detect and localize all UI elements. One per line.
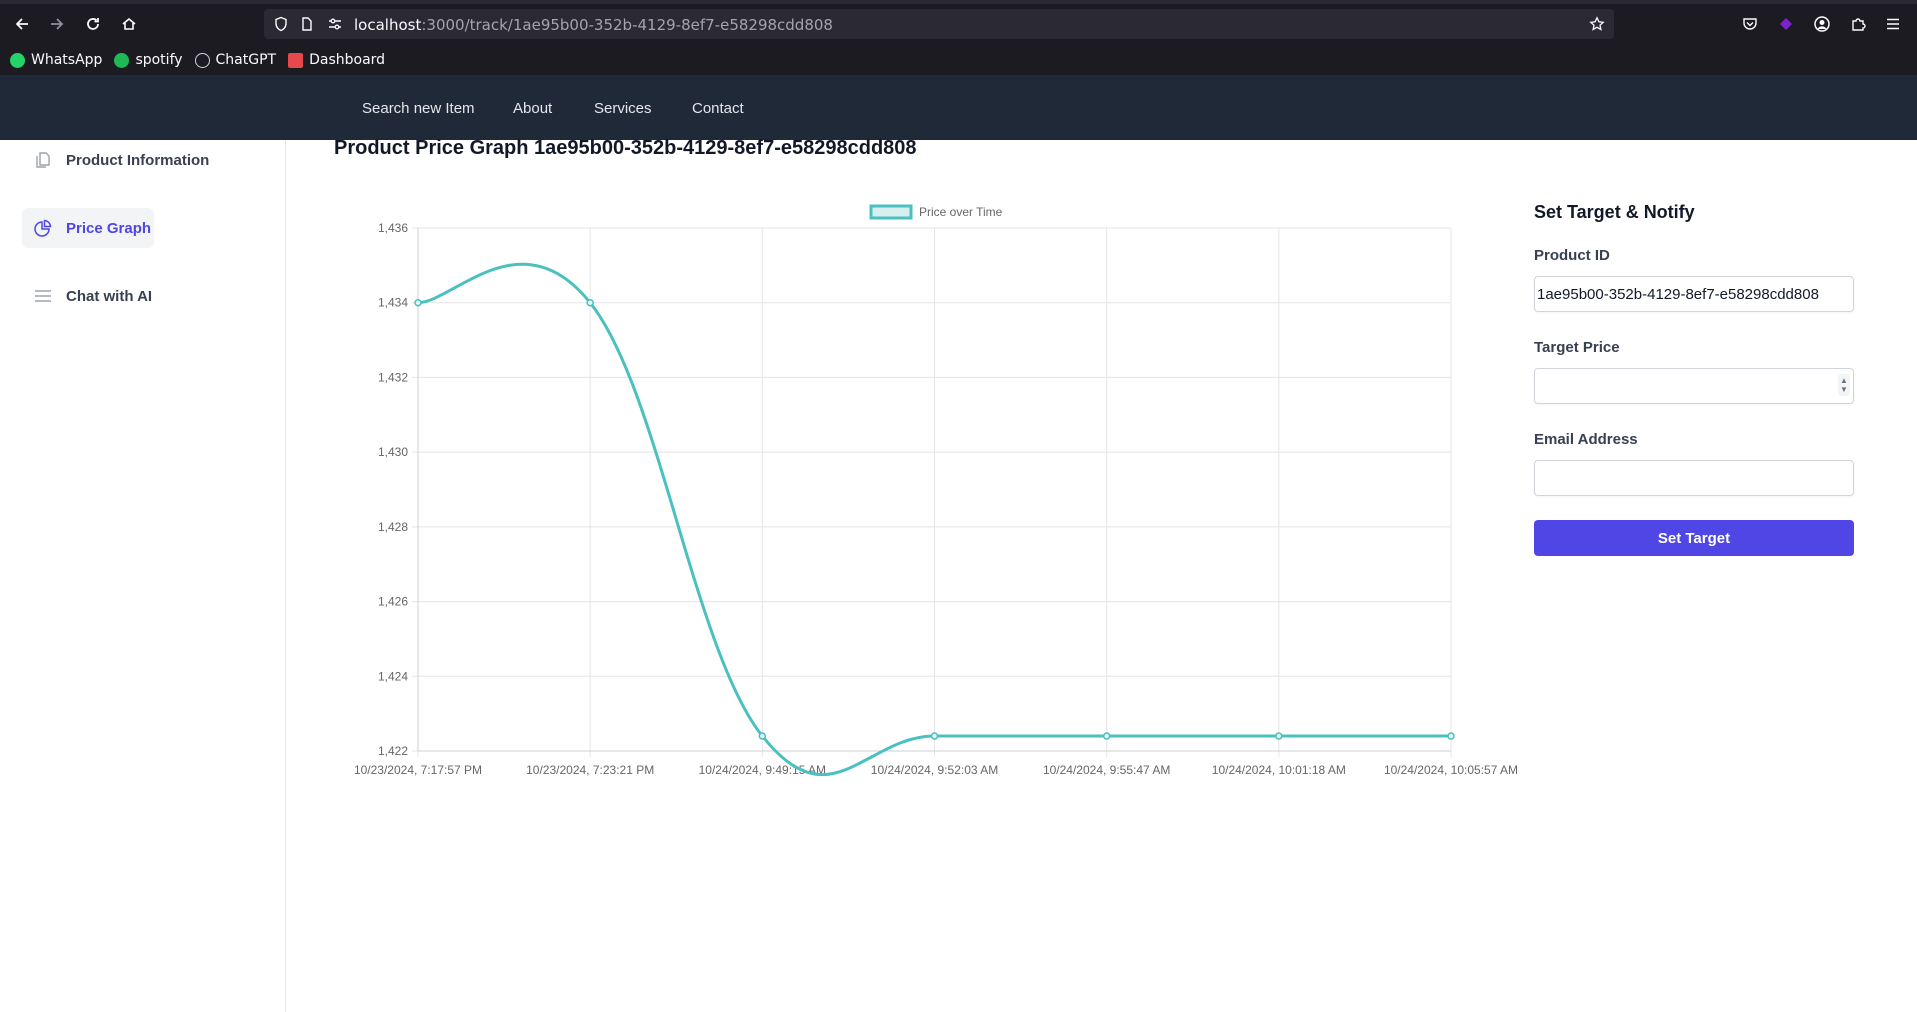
sidebar-item-product-information[interactable]: Product Information	[22, 140, 212, 180]
url-text[interactable]: localhost:3000/track/1ae95b00-352b-4129-…	[354, 16, 833, 34]
bookmark-label: spotify	[135, 52, 183, 68]
product-id-input[interactable]	[1534, 276, 1854, 312]
y-tick-label: 1,422	[378, 744, 408, 758]
shield-icon[interactable]	[272, 15, 290, 33]
target-price-label: Target Price	[1534, 339, 1620, 356]
product-id-label: Product ID	[1534, 247, 1610, 264]
app-navbar: Search new Item About Services Contact	[0, 75, 1917, 140]
target-price-input[interactable]	[1534, 368, 1854, 404]
account-icon[interactable]	[1810, 12, 1834, 36]
bookmark-chatgpt[interactable]: ChatGPT	[194, 52, 277, 68]
price-chart: 1,422 1,424 1,426 1,428 1,430 1,432 1,434 1,436…	[334, 195, 1519, 785]
email-label: Email Address	[1534, 431, 1638, 448]
data-point[interactable]	[586, 298, 594, 307]
home-icon[interactable]	[117, 12, 141, 36]
email-input[interactable]	[1534, 460, 1854, 496]
data-point[interactable]	[1102, 732, 1111, 740]
x-tick-label: 10/24/2024, 9:49:15 AM	[699, 763, 826, 777]
bookmark-spotify[interactable]: spotify	[114, 52, 183, 68]
legend-swatch[interactable]	[869, 204, 913, 220]
browser-chrome: localhost:3000/track/1ae95b00-352b-4129-…	[0, 0, 1917, 75]
x-tick-label: 10/24/2024, 9:55:47 AM	[1043, 763, 1170, 777]
form-title: Set Target & Notify	[1534, 202, 1695, 222]
data-point[interactable]	[758, 732, 767, 740]
dashboard-icon	[288, 52, 304, 68]
whatsapp-icon	[10, 52, 25, 68]
x-tick-label: 10/24/2024, 9:52:03 AM	[871, 763, 998, 777]
y-tick-label: 1,430	[378, 445, 408, 459]
permissions-icon[interactable]	[326, 15, 344, 33]
bookmark-label: Dashboard	[309, 52, 386, 68]
set-target-button[interactable]: Set Target	[1534, 520, 1854, 556]
y-tick-label: 1,436	[378, 221, 408, 235]
legend-label[interactable]: Price over Time	[919, 205, 1003, 219]
menu-lines-icon	[32, 285, 54, 307]
page-title: Product Price Graph 1ae95b00-352b-4129-8…	[334, 137, 917, 159]
sidebar-item-label: Price Graph	[66, 219, 152, 237]
bookmark-dashboard[interactable]: Dashboard	[288, 52, 385, 68]
nav-search-new-item[interactable]: Search new Item	[362, 100, 475, 117]
bookmarks-toolbar: WhatsApp spotify ChatGPT Dashboard	[0, 49, 387, 71]
bookmark-label: WhatsApp	[31, 52, 103, 68]
forward-icon[interactable]	[45, 12, 69, 36]
sidebar-item-chat-with-ai[interactable]: Chat with AI	[22, 276, 172, 316]
reload-icon[interactable]	[81, 12, 105, 36]
x-tick-label: 10/24/2024, 10:01:18 AM	[1212, 763, 1346, 777]
y-tick-label: 1,428	[378, 520, 408, 534]
x-tick-label: 10/24/2024, 10:05:57 AM	[1384, 763, 1518, 777]
nav-about[interactable]: About	[513, 100, 552, 117]
nav-contact[interactable]: Contact	[692, 100, 744, 117]
target-price-field: ▲ ▼	[1534, 368, 1854, 404]
document-icon	[32, 149, 54, 171]
page-icon[interactable]	[298, 15, 316, 33]
data-point[interactable]	[1275, 732, 1283, 740]
chart-svg: 1,422 1,424 1,426 1,428 1,430 1,432 1,434 1,436…	[354, 204, 1518, 777]
data-point[interactable]	[930, 732, 939, 740]
x-tick-label: 10/23/2024, 7:23:21 PM	[526, 763, 654, 777]
sidebar-item-label: Chat with AI	[66, 287, 153, 305]
y-tick-label: 1,426	[378, 595, 408, 609]
sidebar-item-label: Product Information	[66, 151, 210, 169]
y-tick-label: 1,432	[378, 370, 408, 384]
chatgpt-icon	[194, 52, 210, 68]
bookmark-label: ChatGPT	[215, 52, 277, 68]
pie-chart-icon	[32, 217, 54, 239]
back-icon[interactable]	[10, 12, 34, 36]
y-tick-label: 1,424	[378, 669, 408, 683]
app-menu-icon[interactable]	[1881, 12, 1905, 36]
x-tick-label: 10/23/2024, 7:17:57 PM	[354, 763, 482, 777]
extensions-puzzle-icon[interactable]	[1846, 12, 1870, 36]
data-point[interactable]	[414, 298, 422, 307]
bookmark-whatsapp[interactable]: WhatsApp	[10, 52, 102, 68]
bookmark-star-icon[interactable]	[1588, 15, 1606, 33]
address-bar[interactable]: localhost:3000/track/1ae95b00-352b-4129-…	[264, 9, 1614, 39]
data-point[interactable]	[1447, 732, 1455, 740]
sidebar: Product Information Price Graph Chat wit…	[0, 140, 286, 1012]
number-stepper-icon[interactable]: ▲ ▼	[1838, 374, 1850, 396]
tab-strip	[0, 0, 1917, 4]
extension-icon[interactable]	[1774, 12, 1798, 36]
nav-services[interactable]: Services	[594, 100, 652, 117]
pocket-icon[interactable]	[1738, 12, 1762, 36]
sidebar-item-price-graph[interactable]: Price Graph	[22, 208, 154, 248]
y-tick-label: 1,434	[378, 296, 408, 310]
spotify-icon	[114, 52, 130, 68]
